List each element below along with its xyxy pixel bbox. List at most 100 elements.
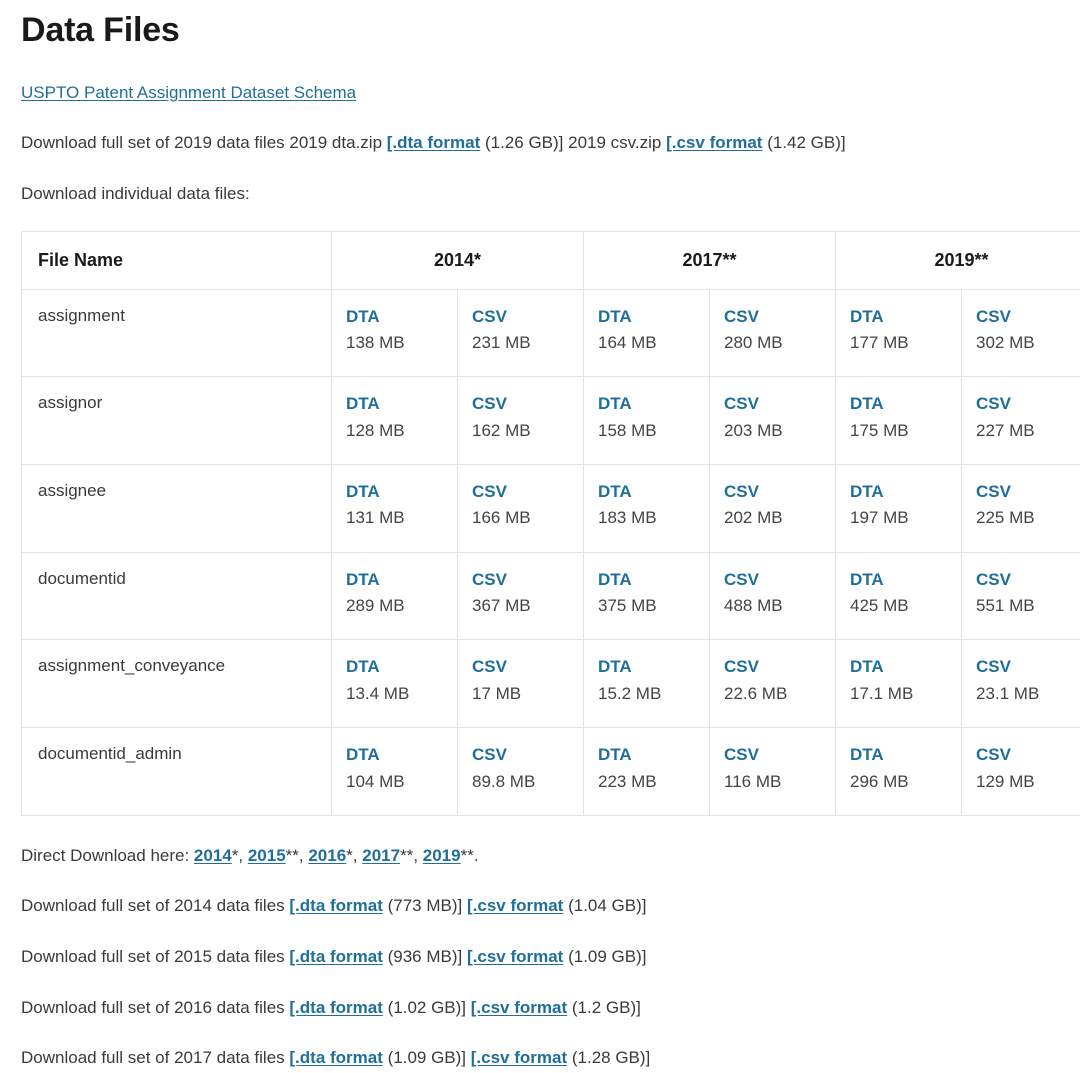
download-cell[interactable]: CSV302 MB — [962, 289, 1080, 377]
file-size: 551 MB — [976, 593, 1080, 619]
download-cell[interactable]: DTA223 MB — [584, 728, 710, 816]
csv-format-link[interactable]: [.csv format — [467, 896, 563, 915]
download-cell[interactable]: CSV227 MB — [962, 377, 1080, 465]
format-link[interactable]: DTA — [598, 654, 709, 680]
csv-format-link[interactable]: [.csv format — [471, 998, 567, 1017]
format-link[interactable]: DTA — [598, 742, 709, 768]
download-cell[interactable]: CSV202 MB — [710, 465, 836, 553]
download-cell[interactable]: DTA131 MB — [332, 465, 458, 553]
download-cell[interactable]: CSV225 MB — [962, 465, 1080, 553]
stars-2017: ** — [400, 846, 413, 865]
format-link[interactable]: DTA — [850, 304, 961, 330]
csv-format-link[interactable]: [.csv format — [467, 947, 563, 966]
format-link[interactable]: DTA — [850, 391, 961, 417]
uspto-schema-link[interactable]: USPTO Patent Assignment Dataset Schema — [21, 83, 356, 102]
download-cell[interactable]: DTA17.1 MB — [836, 640, 962, 728]
format-link[interactable]: CSV — [724, 391, 835, 417]
download-cell[interactable]: DTA289 MB — [332, 552, 458, 640]
download-cell[interactable]: CSV280 MB — [710, 289, 836, 377]
format-link[interactable]: CSV — [472, 391, 583, 417]
csv-format-link[interactable]: [.csv format — [471, 1048, 567, 1067]
download-cell[interactable]: DTA128 MB — [332, 377, 458, 465]
format-link[interactable]: DTA — [598, 479, 709, 505]
download-cell[interactable]: DTA138 MB — [332, 289, 458, 377]
format-link[interactable]: CSV — [976, 479, 1080, 505]
file-size: 289 MB — [346, 593, 457, 619]
download-cell[interactable]: DTA15.2 MB — [584, 640, 710, 728]
table-row: documentid DTA289 MB CSV367 MB DTA375 MB… — [22, 552, 1080, 640]
format-link[interactable]: DTA — [346, 391, 457, 417]
direct-download-year-2019[interactable]: 2019 — [423, 846, 461, 865]
format-link[interactable]: DTA — [598, 391, 709, 417]
download-cell[interactable]: CSV231 MB — [458, 289, 584, 377]
download-cell[interactable]: DTA164 MB — [584, 289, 710, 377]
download-cell[interactable]: DTA104 MB — [332, 728, 458, 816]
dta-format-link[interactable]: [.dta format — [289, 998, 383, 1017]
download-cell[interactable]: CSV116 MB — [710, 728, 836, 816]
dta-format-link[interactable]: [.dta format — [289, 896, 383, 915]
download-cell[interactable]: CSV162 MB — [458, 377, 584, 465]
format-link[interactable]: DTA — [346, 304, 457, 330]
file-size: 197 MB — [850, 505, 961, 531]
direct-download-year-2016[interactable]: 2016 — [308, 846, 346, 865]
file-size: 375 MB — [598, 593, 709, 619]
format-link[interactable]: DTA — [850, 567, 961, 593]
download-cell[interactable]: DTA425 MB — [836, 552, 962, 640]
dta-format-link[interactable]: [.dta format — [289, 1048, 383, 1067]
download-cell[interactable]: CSV22.6 MB — [710, 640, 836, 728]
format-link[interactable]: CSV — [976, 567, 1080, 593]
format-link[interactable]: DTA — [346, 654, 457, 680]
format-link[interactable]: DTA — [598, 567, 709, 593]
download-cell[interactable]: CSV23.1 MB — [962, 640, 1080, 728]
download-cell[interactable]: DTA296 MB — [836, 728, 962, 816]
format-link[interactable]: DTA — [850, 479, 961, 505]
download-cell[interactable]: DTA375 MB — [584, 552, 710, 640]
file-size: 128 MB — [346, 418, 457, 444]
direct-download-year-2014[interactable]: 2014 — [194, 846, 232, 865]
download-cell[interactable]: CSV203 MB — [710, 377, 836, 465]
download-cell[interactable]: CSV367 MB — [458, 552, 584, 640]
download-cell[interactable]: DTA183 MB — [584, 465, 710, 553]
download-cell[interactable]: CSV129 MB — [962, 728, 1080, 816]
dta-size-2019: (1.26 GB)] — [480, 133, 568, 152]
format-link[interactable]: DTA — [850, 742, 961, 768]
download-cell[interactable]: DTA197 MB — [836, 465, 962, 553]
format-link[interactable]: CSV — [724, 742, 835, 768]
format-link[interactable]: DTA — [598, 304, 709, 330]
download-cell[interactable]: DTA13.4 MB — [332, 640, 458, 728]
dta-format-link-2019[interactable]: [.dta format — [387, 133, 481, 152]
direct-download-year-2017[interactable]: 2017 — [362, 846, 400, 865]
csv-size: (1.2 GB)] — [567, 998, 641, 1017]
download-cell[interactable]: CSV89.8 MB — [458, 728, 584, 816]
format-link[interactable]: CSV — [724, 567, 835, 593]
download-cell[interactable]: DTA177 MB — [836, 289, 962, 377]
download-cell[interactable]: CSV488 MB — [710, 552, 836, 640]
direct-download-year-2015[interactable]: 2015 — [248, 846, 286, 865]
file-size: 116 MB — [724, 769, 835, 795]
download-cell[interactable]: DTA175 MB — [836, 377, 962, 465]
dta-format-link[interactable]: [.dta format — [289, 947, 383, 966]
format-link[interactable]: CSV — [472, 654, 583, 680]
file-size: 131 MB — [346, 505, 457, 531]
format-link[interactable]: CSV — [976, 304, 1080, 330]
format-link[interactable]: CSV — [472, 304, 583, 330]
format-link[interactable]: DTA — [346, 742, 457, 768]
format-link[interactable]: CSV — [976, 742, 1080, 768]
format-link[interactable]: CSV — [976, 654, 1080, 680]
format-link[interactable]: CSV — [724, 479, 835, 505]
csv-format-link-2019[interactable]: [.csv format — [666, 133, 762, 152]
format-link[interactable]: CSV — [724, 304, 835, 330]
format-link[interactable]: DTA — [346, 567, 457, 593]
format-link[interactable]: CSV — [724, 654, 835, 680]
format-link[interactable]: CSV — [976, 391, 1080, 417]
format-link[interactable]: DTA — [850, 654, 961, 680]
download-cell[interactable]: CSV166 MB — [458, 465, 584, 553]
download-cell[interactable]: CSV17 MB — [458, 640, 584, 728]
download-cell[interactable]: DTA158 MB — [584, 377, 710, 465]
format-link[interactable]: CSV — [472, 567, 583, 593]
format-link[interactable]: CSV — [472, 479, 583, 505]
download-cell[interactable]: CSV551 MB — [962, 552, 1080, 640]
format-link[interactable]: DTA — [346, 479, 457, 505]
format-link[interactable]: CSV — [472, 742, 583, 768]
file-size: 129 MB — [976, 769, 1080, 795]
